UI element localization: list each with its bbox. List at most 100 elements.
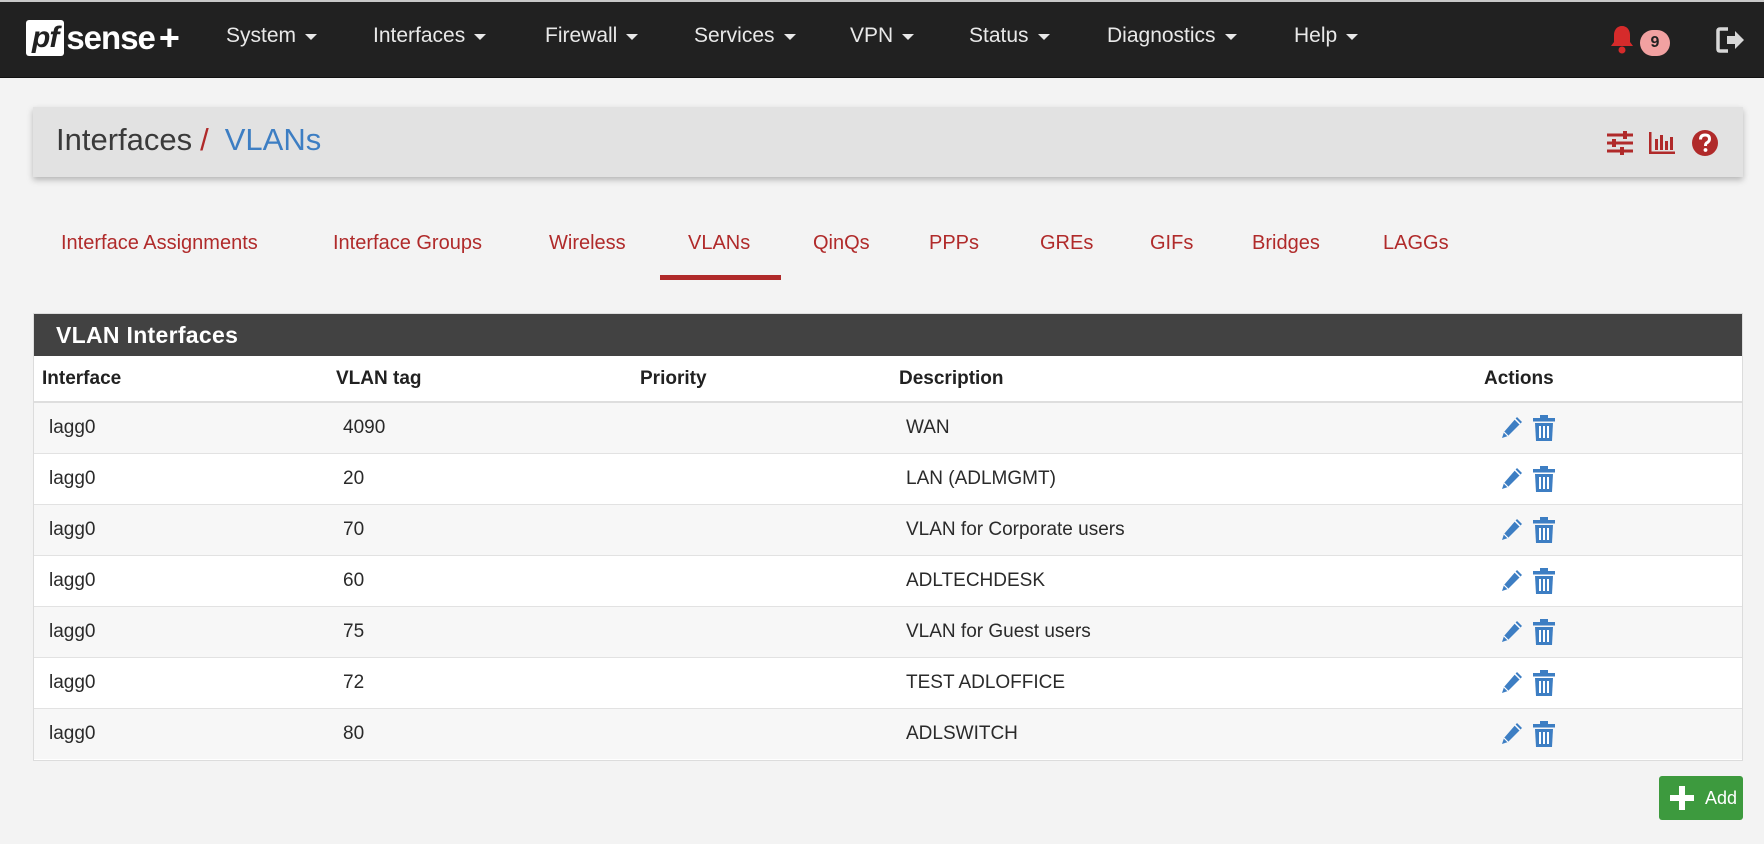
table-row: lagg0 72 TEST ADLOFFICE xyxy=(34,656,1742,708)
pfsense-logo[interactable]: pf sense + xyxy=(26,18,180,58)
pencil-icon[interactable] xyxy=(1499,720,1525,748)
cell-actions xyxy=(1476,401,1742,453)
bell-icon[interactable] xyxy=(1609,24,1635,54)
tab-bridges[interactable]: Bridges xyxy=(1252,232,1320,255)
cell-vlan-tag: 20 xyxy=(328,452,632,504)
tab-interface-groups[interactable]: Interface Groups xyxy=(333,232,482,255)
pencil-icon[interactable] xyxy=(1499,669,1525,697)
table-row: lagg0 75 VLAN for Guest users xyxy=(34,605,1742,657)
trash-icon[interactable] xyxy=(1531,465,1557,493)
chevron-down-icon xyxy=(1346,34,1359,40)
logo-pf: pf xyxy=(26,20,65,56)
cell-vlan-tag: 75 xyxy=(328,605,632,657)
plus-icon xyxy=(1670,786,1694,810)
cell-description: WAN xyxy=(891,401,1476,453)
tab-wireless[interactable]: Wireless xyxy=(549,232,626,255)
trash-icon[interactable] xyxy=(1531,516,1557,544)
logo-plus: + xyxy=(158,17,180,58)
cell-actions xyxy=(1476,452,1742,504)
cell-vlan-tag: 4090 xyxy=(328,401,632,453)
pencil-icon[interactable] xyxy=(1499,516,1525,544)
add-vlan-button[interactable]: Add xyxy=(1659,776,1743,820)
cell-priority xyxy=(632,401,891,453)
pencil-icon[interactable] xyxy=(1499,618,1525,646)
cell-actions xyxy=(1476,656,1742,708)
nav-diagnostics-label: Diagnostics xyxy=(1107,24,1216,47)
trash-icon[interactable] xyxy=(1531,669,1557,697)
trash-icon[interactable] xyxy=(1531,414,1557,442)
pencil-icon[interactable] xyxy=(1499,567,1525,595)
notification-count-badge[interactable]: 9 xyxy=(1640,30,1670,56)
chevron-down-icon xyxy=(305,34,318,40)
trash-icon[interactable] xyxy=(1531,618,1557,646)
cell-interface: lagg0 xyxy=(34,605,328,657)
chevron-down-icon xyxy=(626,34,639,40)
cell-vlan-tag: 72 xyxy=(328,656,632,708)
cell-interface: lagg0 xyxy=(34,401,328,453)
chevron-down-icon xyxy=(474,34,487,40)
nav-interfaces[interactable]: Interfaces xyxy=(373,24,487,48)
table-row: lagg0 60 ADLTECHDESK xyxy=(34,554,1742,606)
cell-description: LAN (ADLMGMT) xyxy=(891,452,1476,504)
trash-icon[interactable] xyxy=(1531,567,1557,595)
panel-title: VLAN Interfaces xyxy=(34,314,1742,356)
bar-chart-icon[interactable] xyxy=(1648,129,1676,157)
sliders-icon[interactable] xyxy=(1606,129,1634,157)
chevron-down-icon xyxy=(1037,34,1050,40)
logo-sense: sense xyxy=(66,19,156,56)
tab-interface-assignments[interactable]: Interface Assignments xyxy=(61,232,258,255)
table-header-row: Interface VLAN tag Priority Description … xyxy=(34,356,1742,403)
tab-laggs[interactable]: LAGGs xyxy=(1383,232,1449,255)
cell-actions xyxy=(1476,605,1742,657)
logout-icon[interactable] xyxy=(1716,26,1746,54)
pencil-icon[interactable] xyxy=(1499,414,1525,442)
breadcrumb-parent[interactable]: Interfaces xyxy=(56,122,192,157)
table-row: lagg0 80 ADLSWITCH xyxy=(34,707,1742,759)
column-header-description: Description xyxy=(891,356,1476,403)
help-icon[interactable] xyxy=(1691,129,1719,157)
table-row: lagg0 20 LAN (ADLMGMT) xyxy=(34,452,1742,504)
chevron-down-icon xyxy=(783,34,796,40)
top-navbar: pf sense + System Interfaces Firewall Se… xyxy=(0,0,1764,78)
cell-interface: lagg0 xyxy=(34,656,328,708)
cell-description: VLAN for Guest users xyxy=(891,605,1476,657)
pencil-icon[interactable] xyxy=(1499,465,1525,493)
active-tab-indicator xyxy=(660,275,781,280)
nav-status-label: Status xyxy=(969,24,1029,47)
nav-vpn[interactable]: VPN xyxy=(850,24,915,48)
cell-actions xyxy=(1476,707,1742,759)
column-header-actions: Actions xyxy=(1476,356,1742,403)
nav-interfaces-label: Interfaces xyxy=(373,24,466,47)
tab-gres[interactable]: GREs xyxy=(1040,232,1093,255)
cell-priority xyxy=(632,503,891,555)
tab-qinqs[interactable]: QinQs xyxy=(813,232,870,255)
nav-services-label: Services xyxy=(694,24,775,47)
cell-vlan-tag: 60 xyxy=(328,554,632,606)
nav-vpn-label: VPN xyxy=(850,24,894,47)
cell-interface: lagg0 xyxy=(34,554,328,606)
column-header-priority: Priority xyxy=(632,356,891,403)
vlan-interfaces-panel: VLAN Interfaces Interface VLAN tag Prior… xyxy=(33,313,1743,761)
trash-icon[interactable] xyxy=(1531,720,1557,748)
chevron-down-icon xyxy=(902,34,915,40)
cell-vlan-tag: 70 xyxy=(328,503,632,555)
nav-status[interactable]: Status xyxy=(969,24,1050,48)
tab-ppps[interactable]: PPPs xyxy=(929,232,979,255)
tab-vlans[interactable]: VLANs xyxy=(688,232,750,255)
cell-description: VLAN for Corporate users xyxy=(891,503,1476,555)
table-row: lagg0 4090 WAN xyxy=(34,401,1742,453)
add-button-label: Add xyxy=(1705,787,1738,808)
nav-system-label: System xyxy=(226,24,297,47)
nav-help[interactable]: Help xyxy=(1294,24,1359,48)
page-header: Interfaces / VLANs xyxy=(33,107,1743,177)
nav-system[interactable]: System xyxy=(226,24,318,48)
cell-description: ADLSWITCH xyxy=(891,707,1476,759)
cell-actions xyxy=(1476,554,1742,606)
nav-firewall[interactable]: Firewall xyxy=(545,24,639,48)
nav-diagnostics[interactable]: Diagnostics xyxy=(1107,24,1237,48)
breadcrumb-current[interactable]: VLANs xyxy=(225,122,321,157)
column-header-vlan-tag: VLAN tag xyxy=(328,356,632,403)
nav-services[interactable]: Services xyxy=(694,24,796,48)
tab-gifs[interactable]: GIFs xyxy=(1150,232,1193,255)
nav-help-label: Help xyxy=(1294,24,1338,47)
